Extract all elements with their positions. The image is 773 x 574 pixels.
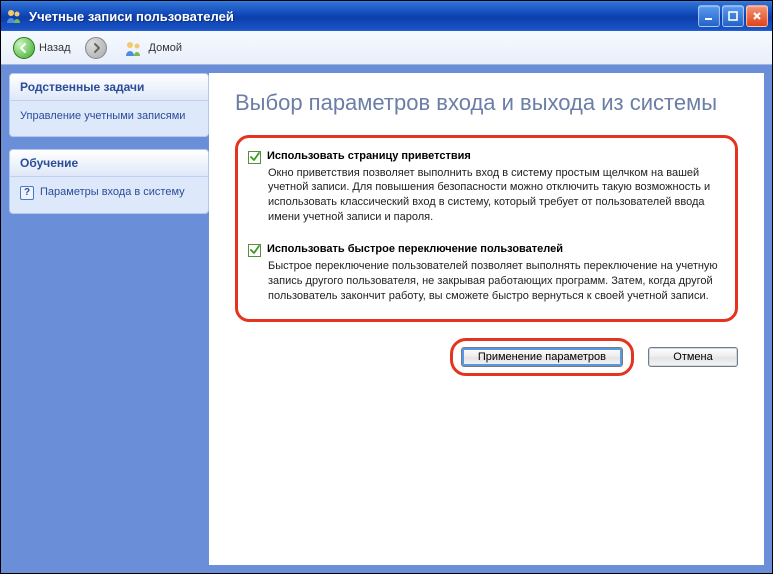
cancel-button[interactable]: Отмена [648,347,738,367]
link-label: Управление учетными записями [20,109,185,124]
option-title: Использовать страницу приветствия [267,150,471,162]
welcome-screen-checkbox[interactable] [248,151,261,164]
forward-arrow-icon [85,37,107,59]
manage-accounts-link[interactable]: Управление учетными записями [20,109,198,124]
option-description: Окно приветствия позволяет выполнить вхо… [268,166,719,225]
back-button[interactable]: Назад [9,35,75,61]
forward-button[interactable] [81,35,111,61]
window-title: Учетные записи пользователей [29,9,698,24]
apply-button[interactable]: Применение параметров [461,347,623,367]
page-title: Выбор параметров входа и выхода из систе… [235,89,738,117]
home-button[interactable]: Домой [117,36,187,60]
users-home-icon [121,38,145,58]
help-icon: ? [20,186,34,200]
maximize-button[interactable] [722,5,744,27]
users-app-icon [5,7,23,25]
related-tasks-panel: Родственные задачи Управление учетными з… [9,73,209,137]
link-label: Параметры входа в систему [40,185,185,200]
fast-user-switching-option: Использовать быстрое переключение пользо… [248,243,719,304]
minimize-button[interactable] [698,5,720,27]
fast-switching-checkbox[interactable] [248,244,261,257]
titlebar: Учетные записи пользователей [1,1,772,31]
learn-panel: Обучение ? Параметры входа в систему [9,149,209,213]
panel-header: Обучение [10,150,208,177]
logon-params-help-link[interactable]: ? Параметры входа в систему [20,185,198,200]
close-button[interactable] [746,5,768,27]
back-label: Назад [39,42,71,54]
sidebar: Родственные задачи Управление учетными з… [9,73,209,565]
back-arrow-icon [13,37,35,59]
content-area: Выбор параметров входа и выхода из систе… [209,73,764,565]
panel-header: Родственные задачи [10,74,208,101]
option-title: Использовать быстрое переключение пользо… [267,243,563,255]
welcome-screen-option: Использовать страницу приветствия Окно п… [248,150,719,225]
apply-button-highlight: Применение параметров [450,338,634,376]
button-row: Применение параметров Отмена [235,338,738,376]
toolbar: Назад Домой [1,31,772,65]
home-label: Домой [149,42,183,54]
option-description: Быстрое переключение пользователей позво… [268,259,719,304]
options-highlight: Использовать страницу приветствия Окно п… [235,135,738,323]
